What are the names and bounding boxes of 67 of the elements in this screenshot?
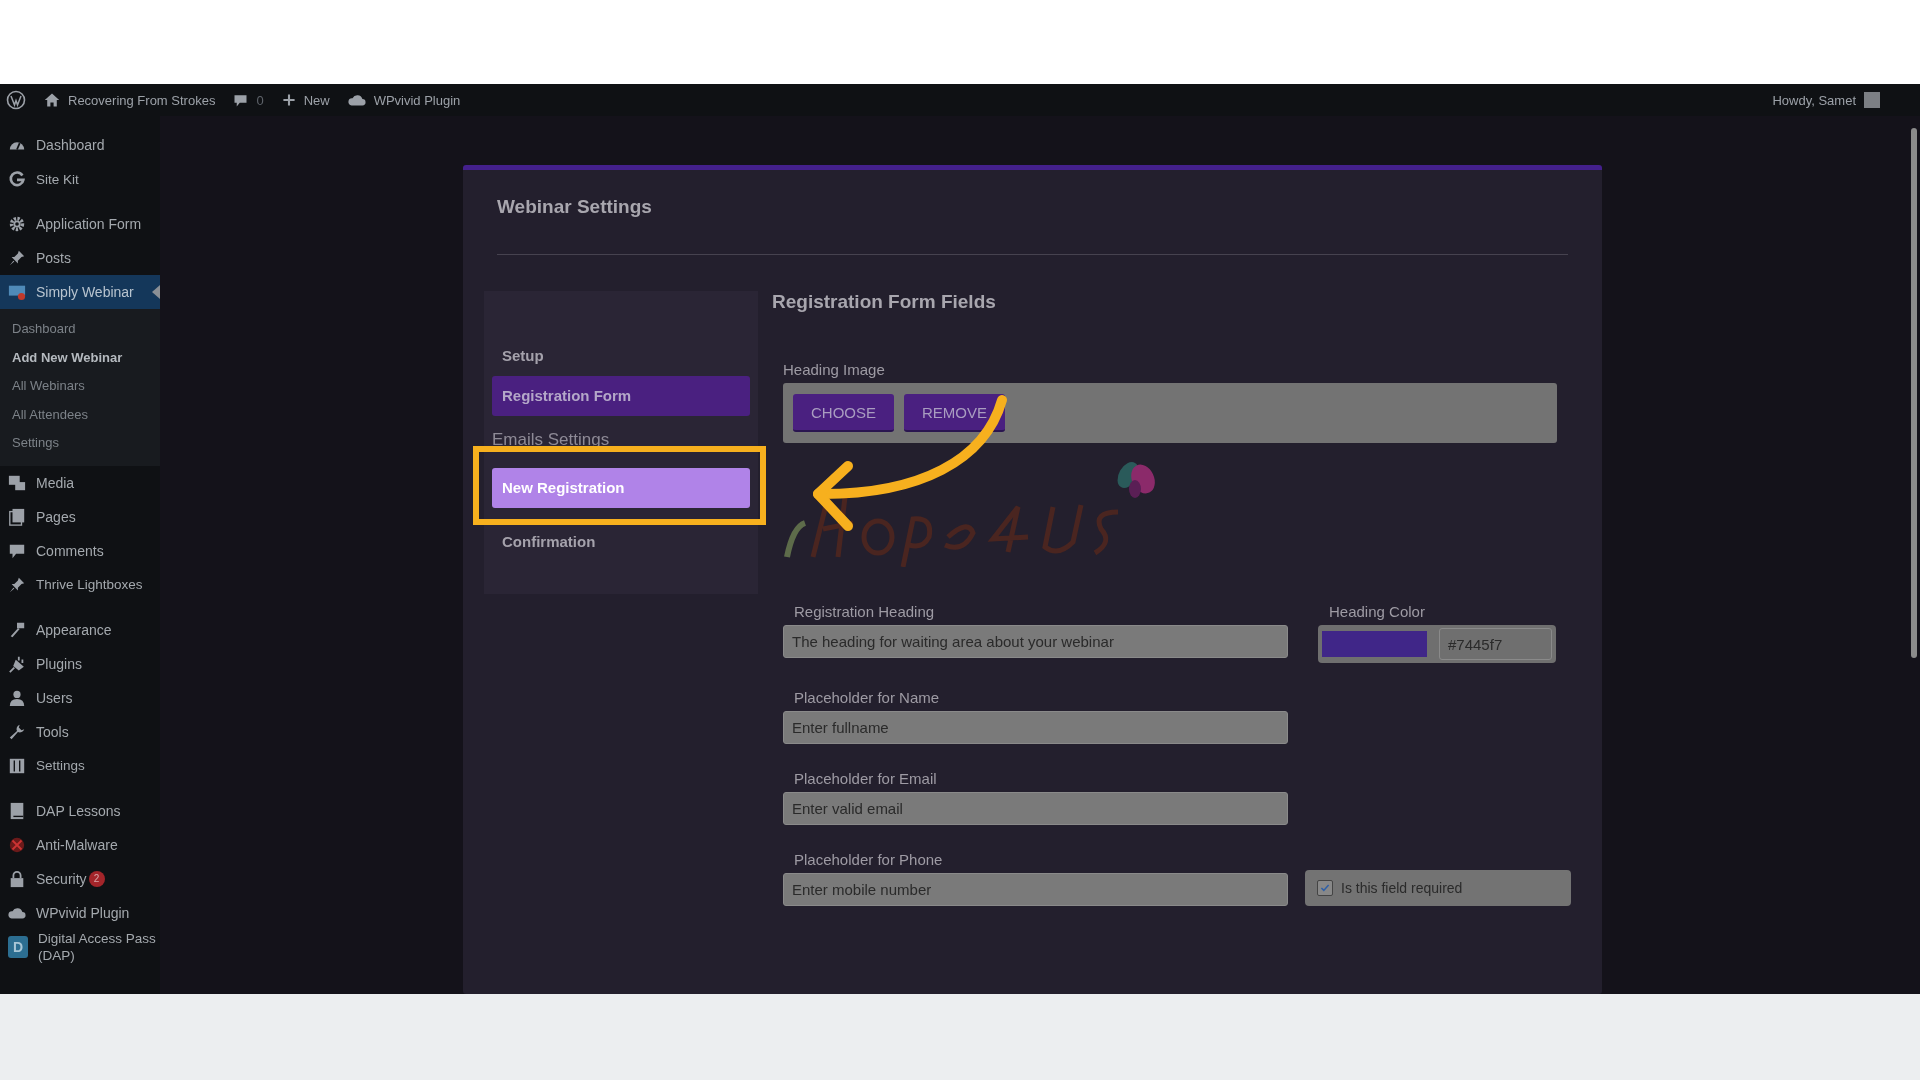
sidebar-item[interactable]: Plugins (0, 646, 160, 681)
sidebar-item[interactable]: Settings (0, 748, 160, 783)
image-button[interactable]: CHOOSE (793, 394, 894, 432)
field-label: Placeholder for Email (794, 770, 938, 789)
nav-item[interactable]: Registration Form (492, 376, 750, 416)
pushpin-icon (8, 575, 26, 594)
sidebar-item[interactable]: Thrive Lightboxes (0, 567, 160, 602)
monitor-icon (8, 283, 26, 301)
count-badge: 2 (88, 870, 105, 887)
avatar (1864, 92, 1880, 108)
sidebar-item[interactable]: Tools (0, 714, 160, 749)
wordpress-logo-icon (6, 90, 26, 110)
pages-icon (8, 507, 26, 526)
field-label: Placeholder for Name (794, 689, 941, 708)
checkbox[interactable] (1317, 880, 1333, 896)
arc-icon (8, 170, 26, 188)
sidebar-item[interactable]: Media (0, 465, 160, 500)
sidebar-item[interactable]: Simply Webinar (0, 275, 160, 309)
color-value: #7445f7 (1439, 628, 1552, 660)
sidebar-item[interactable]: Posts (0, 241, 160, 275)
plug-icon (8, 654, 26, 673)
submenu-item[interactable]: Settings (0, 429, 160, 458)
nav-item[interactable]: Setup (492, 336, 750, 376)
sliders-icon (8, 756, 26, 775)
sidebar-item[interactable]: D Digital Access Pass (DAP) (0, 929, 160, 964)
home-icon (44, 92, 60, 108)
submenu-item[interactable]: All Webinars (0, 372, 160, 401)
sidebar-item[interactable]: Comments (0, 533, 160, 568)
nav-heading: Emails Settings (492, 430, 611, 451)
sidebar-item[interactable]: Anti-Malware (0, 827, 160, 862)
field-label: Registration Heading (794, 603, 936, 622)
sidebar-item[interactable]: Site Kit (0, 162, 160, 196)
sidebar-item[interactable]: Appearance (0, 612, 160, 647)
wrench-icon (8, 722, 26, 741)
text-field[interactable]: The heading for waiting area about your webinar (783, 625, 1288, 658)
brush-icon (8, 620, 26, 639)
sidebar-item[interactable]: Application Form (0, 207, 160, 241)
speech-bubble-icon (233, 92, 249, 108)
sidebar-item[interactable]: Security 2 (0, 861, 160, 896)
site-link[interactable]: Recovering From Strokes (44, 92, 216, 108)
book-icon (8, 801, 26, 820)
section-title: Registration Form Fields (772, 291, 997, 314)
nav-item[interactable]: Confirmation (492, 522, 750, 562)
submenu-item[interactable]: Dashboard (0, 315, 160, 344)
plugin-link[interactable]: WPvivid Plugin (347, 91, 461, 109)
sidebar-item[interactable]: Users (0, 680, 160, 715)
image-button[interactable]: REMOVE (904, 394, 1006, 432)
gear-icon (8, 215, 26, 233)
new-link[interactable]: New (281, 92, 330, 108)
pushpin-icon (8, 249, 26, 267)
plus-icon (281, 93, 296, 107)
field-label: Placeholder for Phone (794, 851, 944, 870)
field-label: Heading Color (1329, 603, 1426, 622)
field-label: Heading Image (783, 361, 886, 380)
lock-icon (8, 869, 26, 888)
submenu-item[interactable]: Add New Webinar (0, 343, 160, 372)
checkmark-icon (1319, 882, 1331, 894)
user-icon (8, 688, 26, 707)
panel-title: Webinar Settings (496, 195, 653, 219)
sidebar-item[interactable]: Pages (0, 499, 160, 534)
account-menu[interactable]: Howdy, Samet (1772, 92, 1880, 108)
current-marker (152, 285, 160, 299)
tile-icon: D (8, 935, 28, 958)
submenu-item[interactable]: All Attendees (0, 400, 160, 429)
sidebar-item[interactable]: DAP Lessons (0, 793, 160, 828)
sidebar-item[interactable]: Dashboard (0, 128, 160, 162)
sidebar-item[interactable]: WPvivid Plugin (0, 895, 160, 930)
